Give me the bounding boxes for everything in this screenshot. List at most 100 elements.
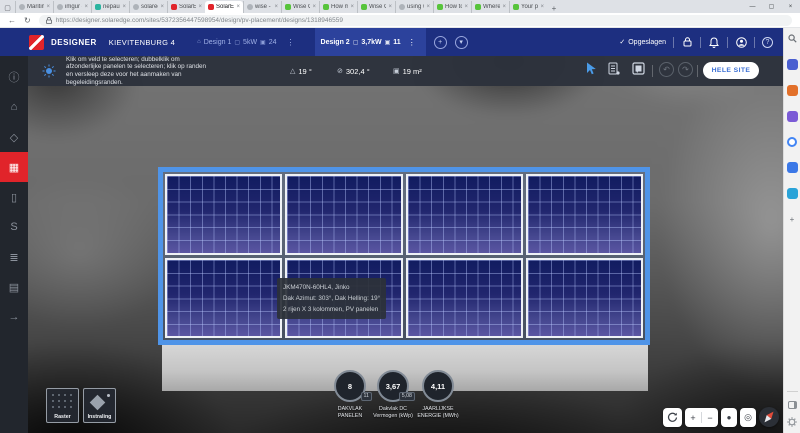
panel-tool-caret-icon[interactable]: ▾ [636, 69, 639, 75]
tab-close-icon[interactable]: × [122, 4, 126, 10]
sidebar-item-model-3d[interactable]: ◇ [0, 122, 28, 152]
image-icon[interactable] [786, 162, 798, 173]
center-target-button[interactable]: ◎ [740, 408, 756, 427]
sun-icon[interactable] [42, 64, 56, 78]
undo-button[interactable]: ↶ [659, 62, 674, 77]
people-icon[interactable] [786, 111, 798, 122]
whole-site-button[interactable]: HELE SITE [703, 62, 759, 79]
new-tab-button[interactable]: + [547, 4, 561, 13]
stat-label: JAARLIJKSE ENERGIE (MWh) [417, 406, 459, 419]
browser-tab[interactable]: Maritime × [15, 1, 53, 13]
sidebar-item-info[interactable]: ⓘ [0, 62, 28, 92]
design-1-menu-icon[interactable]: ⋮ [283, 38, 299, 47]
sidebar-item-pv-placement[interactable]: ▦ [0, 152, 28, 182]
pv-panel[interactable] [525, 174, 643, 255]
sidebar-item-export[interactable]: → [0, 302, 28, 332]
stat-circle[interactable]: 8 11 [334, 370, 372, 402]
divider [700, 36, 701, 48]
design-tab-2[interactable]: Design 2 ▢ 3,7kW ▣ 11 ⋮ [314, 28, 426, 56]
sidebar-item-inverter[interactable]: ▯ [0, 182, 28, 212]
zoom-out-button[interactable]: − [702, 413, 718, 423]
fit-view-button[interactable]: ● [721, 408, 737, 427]
collapse-designs-icon[interactable]: ▾ [454, 35, 468, 49]
tab-close-icon[interactable]: × [426, 4, 430, 10]
pv-panel[interactable] [165, 174, 283, 255]
sidebar-item-report[interactable]: ▤ [0, 272, 28, 302]
module-list-tool-icon[interactable] [608, 62, 620, 75]
help-icon[interactable]: ? [762, 36, 773, 48]
tab-close-icon[interactable]: × [236, 4, 240, 10]
tab-label: imgur - 2 [65, 4, 82, 10]
browser-tab[interactable]: Where c × [471, 1, 509, 13]
tab-close-icon[interactable]: × [312, 4, 316, 10]
raster-toggle-button[interactable]: Raster [46, 388, 79, 423]
account-avatar-icon[interactable] [735, 36, 747, 48]
tab-close-icon[interactable]: × [464, 4, 468, 10]
stat-circle[interactable]: 4,11 [422, 370, 454, 402]
tab-close-icon[interactable]: × [46, 4, 50, 10]
sidebar-item-cabling[interactable]: S [0, 212, 28, 242]
refresh-icon[interactable]: ↻ [24, 16, 31, 25]
tab-close-icon[interactable]: × [540, 4, 544, 10]
sidebar-item-layout[interactable]: ≣ [0, 242, 28, 272]
lock-icon[interactable] [681, 37, 693, 47]
tab-favicon-icon [208, 4, 214, 10]
browser-tab[interactable]: wise - 2si × [243, 1, 281, 13]
ring-icon[interactable] [787, 137, 797, 147]
sidebar-item-site[interactable]: ⌂ [0, 92, 28, 122]
stat-value: 3,67 [385, 381, 401, 391]
compass-button[interactable] [759, 407, 779, 427]
cart-icon[interactable] [786, 188, 798, 199]
browser-tab[interactable]: How to × [433, 1, 471, 13]
address-bar[interactable]: https://designer.solaredge.com/sites/537… [38, 14, 792, 26]
tab-label: How mu [331, 4, 348, 10]
browser-tab[interactable]: using wi × [395, 1, 433, 13]
window-close-button[interactable]: × [781, 0, 800, 13]
irradiance-toggle-button[interactable]: Instraling [83, 388, 116, 423]
tab-close-icon[interactable]: × [198, 4, 202, 10]
redo-button[interactable]: ↷ [678, 62, 693, 77]
browser-tab[interactable]: How mu × [319, 1, 357, 13]
browser-tab[interactable]: Your pla × [509, 1, 547, 13]
pv-panel[interactable] [405, 174, 523, 255]
tab-close-icon[interactable]: × [274, 4, 278, 10]
tab-close-icon[interactable]: × [502, 4, 506, 10]
stat-circle[interactable]: 3,67 5,08 [377, 370, 415, 402]
browser-tab[interactable]: SolarEdge × [205, 1, 243, 13]
pv-panel[interactable] [165, 257, 283, 338]
design-tab-1[interactable]: ⌂ Design 1 ▢ 5kW ▣ 24 [191, 28, 282, 56]
notifications-bell-icon[interactable] [708, 36, 720, 48]
tab-close-icon[interactable]: × [84, 4, 88, 10]
shopping-icon[interactable] [786, 85, 798, 96]
sidebar-panel-icon[interactable] [787, 399, 798, 410]
pv-panel[interactable] [525, 257, 643, 338]
solaredge-logo-icon[interactable] [29, 34, 44, 50]
browser-tab[interactable]: nepaul's × [91, 1, 129, 13]
browser-tab[interactable]: solaredge × [129, 1, 167, 13]
search-icon[interactable] [787, 33, 798, 44]
add-design-icon[interactable]: + [433, 35, 447, 49]
back-icon[interactable]: ← [8, 16, 16, 25]
tab-close-icon[interactable]: × [388, 4, 392, 10]
sidebar-item-icon: ≣ [9, 251, 19, 264]
tab-close-icon[interactable]: × [350, 4, 354, 10]
pv-module-array[interactable] [158, 167, 650, 345]
select-cursor-tool[interactable] [586, 62, 597, 75]
tab-close-icon[interactable]: × [160, 4, 164, 10]
pv-panel[interactable] [285, 174, 403, 255]
browser-tab[interactable]: Wise On × [281, 1, 319, 13]
window-maximize-button[interactable]: ▢ [762, 0, 781, 13]
browser-tab[interactable]: Wise Ca × [357, 1, 395, 13]
design-2-menu-icon[interactable]: ⋮ [404, 38, 420, 47]
add-icon[interactable]: + [787, 214, 798, 225]
rotate-view-button[interactable] [663, 408, 682, 427]
browser-tab[interactable]: imgur - 2 × [53, 1, 91, 13]
tab-overview-button[interactable]: ▢ [0, 2, 15, 13]
design-canvas[interactable]: JKM470N-60HL4, Jinko Dak Azimut: 303°, D… [28, 56, 783, 433]
tag-icon[interactable] [786, 59, 798, 70]
zoom-in-button[interactable]: + [685, 413, 701, 423]
window-minimize-button[interactable]: — [743, 0, 762, 13]
pv-panel[interactable] [405, 257, 523, 338]
settings-gear-icon[interactable] [787, 416, 798, 427]
browser-tab[interactable]: SolarEdge × [167, 1, 205, 13]
